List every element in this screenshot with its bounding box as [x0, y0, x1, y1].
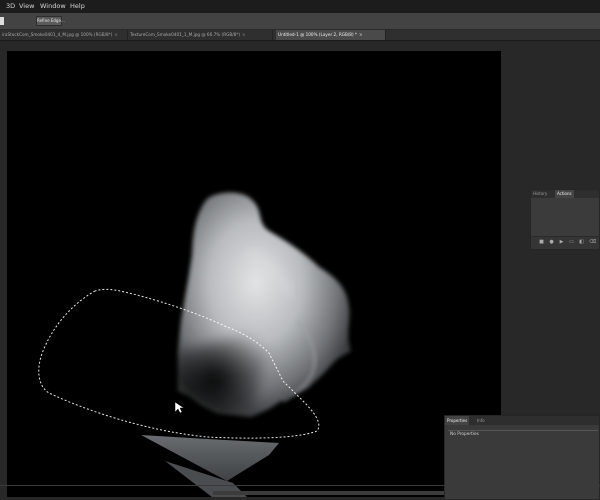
tab-label: Untitled-1 @ 100% (Layer 2, RGB/8) * [278, 32, 358, 37]
close-icon[interactable]: × [242, 32, 246, 37]
menu-view[interactable]: View [19, 0, 34, 13]
tab-label: TextureCom_Smoke0401_1_M.jpg @ 66.7% (RG… [130, 32, 241, 37]
tab-properties[interactable]: Properties [445, 416, 470, 425]
document-canvas[interactable] [7, 51, 501, 497]
menu-help[interactable]: Help [70, 0, 85, 13]
play-icon[interactable]: ▶ [559, 240, 564, 245]
canvas-artwork [38, 192, 351, 497]
tab-label: iraStockCom_Smoke0401_4_M.jpg @ 100% (RG… [2, 32, 113, 37]
divider [0, 485, 600, 486]
divider [448, 430, 598, 431]
close-icon[interactable]: × [114, 32, 118, 37]
lower-wedge-shape [141, 435, 279, 481]
tab-history[interactable]: History [531, 190, 549, 198]
stop-icon[interactable]: ■ [539, 240, 544, 245]
properties-panel: Properties Info No Properties [444, 415, 600, 500]
actions-footer: ■ ● ▶ ▭ ◧ ⌫ [531, 236, 599, 249]
document-tab-2[interactable]: TextureCom_Smoke0401_1_M.jpg @ 66.7% (RG… [128, 30, 273, 40]
tab-info[interactable]: Info [475, 416, 487, 425]
tab-actions[interactable]: Actions [555, 190, 574, 198]
tool-option-icon[interactable] [0, 17, 4, 25]
record-icon[interactable]: ● [549, 240, 554, 245]
refine-edge-button[interactable]: Refine Edge... [36, 16, 65, 26]
menu-3d[interactable]: 3D [6, 0, 15, 13]
panel-tabs: Properties Info [445, 416, 599, 425]
cursor-icon [174, 401, 185, 414]
delete-icon[interactable]: ⌫ [589, 240, 596, 245]
menu-window[interactable]: Window [40, 0, 66, 13]
actions-panel: History Actions ■ ● ▶ ▭ ◧ ⌫ [530, 189, 600, 250]
close-icon[interactable]: × [359, 32, 363, 37]
options-bar: Refine Edge... [0, 13, 600, 30]
properties-heading: No Properties [450, 432, 479, 437]
new-set-icon[interactable]: ▭ [569, 240, 574, 245]
menu-bar: 3D View Window Help [0, 0, 600, 13]
panel-tabs: History Actions [531, 190, 599, 198]
horizontal-scrollbar[interactable] [213, 491, 444, 495]
document-tab-1[interactable]: iraStockCom_Smoke0401_4_M.jpg @ 100% (RG… [0, 30, 128, 40]
document-tab-3[interactable]: Untitled-1 @ 100% (Layer 2, RGB/8) * × [276, 30, 386, 40]
document-tab-bar: iraStockCom_Smoke0401_4_M.jpg @ 100% (RG… [0, 30, 600, 41]
new-action-icon[interactable]: ◧ [579, 240, 584, 245]
